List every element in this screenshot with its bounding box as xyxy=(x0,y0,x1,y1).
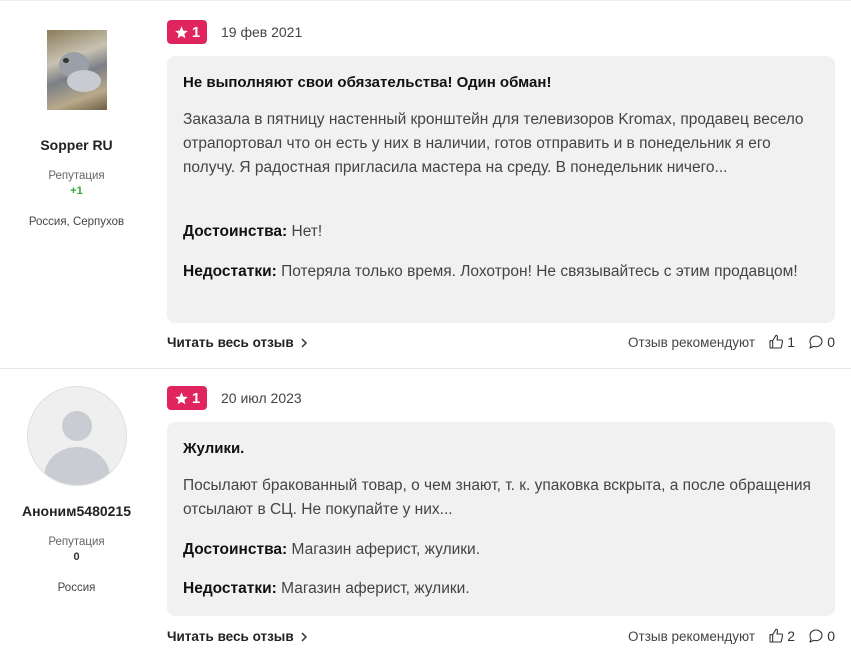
comments-button[interactable]: 0 xyxy=(808,334,835,350)
like-button[interactable]: 2 xyxy=(768,628,795,644)
review-date: 20 июл 2023 xyxy=(221,390,302,406)
chevron-right-icon xyxy=(301,337,307,348)
rating-value: 1 xyxy=(191,389,201,407)
likes-count: 2 xyxy=(787,628,795,644)
author-location: Россия, Серпухов xyxy=(28,216,125,228)
review-text: Посылают бракованный товар, о чем знают,… xyxy=(183,477,811,518)
author-name[interactable]: Аноним5480215 xyxy=(0,503,153,519)
comments-count: 0 xyxy=(827,628,835,644)
pros-label: Достоинства: xyxy=(183,223,288,240)
user-placeholder-icon xyxy=(62,411,92,441)
author-name[interactable]: Sopper RU xyxy=(0,137,153,153)
rating-badge: 1 xyxy=(167,386,207,410)
pros-label: Достоинства: xyxy=(183,541,288,558)
reputation-label: Репутация xyxy=(48,536,105,548)
review-title[interactable]: Жулики. xyxy=(183,440,244,457)
chevron-right-icon xyxy=(301,631,307,642)
rating-badge: 1 xyxy=(167,20,207,44)
review-card: Sopper RU Репутация +1 Россия, Серпухов … xyxy=(0,0,851,368)
thumbs-up-icon xyxy=(769,334,784,349)
reputation-value: +1 xyxy=(70,185,83,197)
read-more-link[interactable]: Читать весь отзыв xyxy=(167,629,308,644)
review-pros: Достоинства: Магазин аферист, жулики. xyxy=(183,538,813,562)
cons-label: Недостатки: xyxy=(183,580,277,597)
read-more-label: Читать весь отзыв xyxy=(167,335,294,350)
pros-text: Магазин аферист, жулики. xyxy=(291,541,481,558)
review-content: Жулики. Посылают бракованный товар, о че… xyxy=(167,422,835,616)
cons-label: Недостатки: xyxy=(183,263,277,280)
like-button[interactable]: 1 xyxy=(768,334,795,350)
likes-count: 1 xyxy=(787,334,795,350)
cons-text: Потеряла только время. Лохотрон! Не связ… xyxy=(281,263,798,280)
review-cons: Недостатки: Магазин аферист, жулики. xyxy=(183,577,813,601)
comment-icon xyxy=(809,335,823,349)
recommend-label: Отзыв рекомендуют xyxy=(628,335,755,350)
recommend-label: Отзыв рекомендуют xyxy=(628,629,755,644)
reputation-value: 0 xyxy=(73,551,80,563)
comments-count: 0 xyxy=(827,334,835,350)
review-footer: Читать весь отзыв Отзыв рекомендуют 1 0 xyxy=(167,334,835,355)
review-title[interactable]: Не выполняют свои обязательства! Один об… xyxy=(183,74,551,91)
avatar[interactable] xyxy=(27,386,127,486)
comments-button[interactable]: 0 xyxy=(808,628,835,644)
thumbs-up-icon xyxy=(769,628,784,643)
pros-text: Нет! xyxy=(291,223,323,240)
reputation-label: Репутация xyxy=(48,170,105,182)
review-card: Аноним5480215 Репутация 0 Россия 1 20 ию… xyxy=(0,368,851,656)
author-location: Россия xyxy=(57,582,96,594)
review-text: Заказала в пятницу настенный кронштейн д… xyxy=(183,111,804,176)
comment-icon xyxy=(809,629,823,643)
star-icon xyxy=(175,391,188,404)
read-more-link[interactable]: Читать весь отзыв xyxy=(167,335,308,350)
review-date: 19 фев 2021 xyxy=(221,24,303,40)
star-icon xyxy=(175,25,188,38)
read-more-label: Читать весь отзыв xyxy=(167,629,294,644)
review-cons: Недостатки: Потеряла только время. Лохот… xyxy=(183,260,813,284)
review-footer: Читать весь отзыв Отзыв рекомендуют 2 0 xyxy=(167,628,835,649)
cons-text: Магазин аферист, жулики. xyxy=(281,580,470,597)
rating-value: 1 xyxy=(191,23,201,41)
review-pros: Достоинства: Нет! xyxy=(183,220,813,244)
avatar[interactable] xyxy=(47,30,107,110)
review-content: Не выполняют свои обязательства! Один об… xyxy=(167,56,835,323)
